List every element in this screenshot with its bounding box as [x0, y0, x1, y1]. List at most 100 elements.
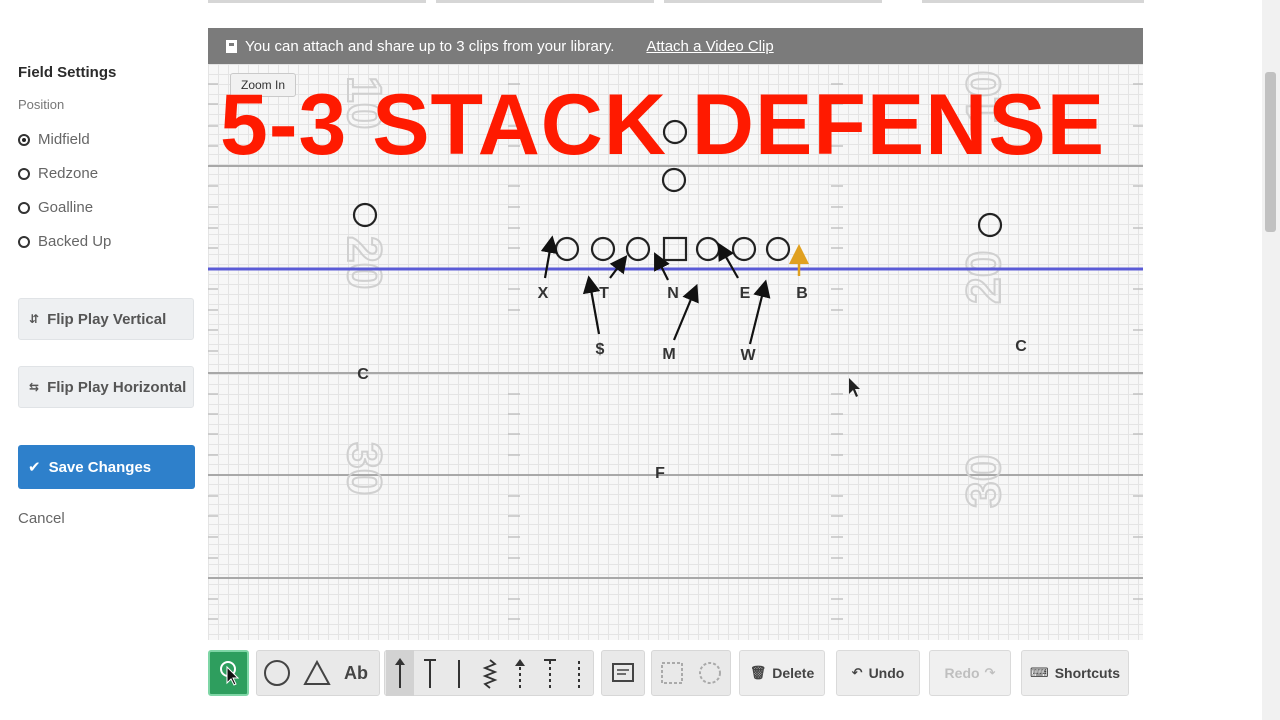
- route-arrow: [582, 275, 601, 335]
- undo-label: Undo: [868, 665, 905, 681]
- checkmark-icon: ✔: [28, 459, 41, 476]
- t-block-icon: [424, 659, 436, 688]
- route-arrow: [748, 279, 771, 345]
- redo-arrow-icon: ↷: [984, 665, 996, 680]
- swap-vertical-icon: ⇵: [29, 312, 40, 326]
- position-midfield-label: Midfield: [38, 131, 90, 148]
- position-goalline-radio[interactable]: Goalline: [18, 199, 93, 216]
- select-tool-button[interactable]: [208, 650, 249, 696]
- notes-tool-button[interactable]: [601, 650, 645, 696]
- yard-number-lower-left: 30: [337, 442, 390, 495]
- offense-player-circle: [554, 236, 580, 262]
- attach-video-clip-link[interactable]: Attach a Video Clip: [646, 38, 773, 55]
- radio-empty-icon: [18, 167, 30, 180]
- banner-message: You can attach and share up to 3 clips f…: [245, 37, 615, 55]
- page-scrollbar-thumb[interactable]: [1265, 72, 1276, 232]
- keyboard-icon: ⌨: [1029, 665, 1049, 680]
- shortcuts-button[interactable]: ⌨ Shortcuts: [1021, 650, 1129, 696]
- rect-select-tool-button[interactable]: [653, 650, 691, 696]
- clip-banner: You can attach and share up to 3 clips f…: [208, 28, 1143, 64]
- position-redzone-label: Redzone: [38, 165, 99, 182]
- dotted-block-tool-button[interactable]: [536, 650, 564, 696]
- defense-routes: [540, 235, 771, 345]
- defender-t-label: T: [599, 285, 609, 302]
- yard-number-mid-left: 20: [337, 236, 390, 289]
- undo-arrow-icon: ↶: [851, 665, 863, 680]
- position-goalline-label: Goalline: [38, 199, 94, 216]
- defender-n-label: N: [667, 285, 679, 302]
- flip-play-vertical-button[interactable]: ⇵ Flip Play Vertical: [18, 298, 194, 340]
- offense-player-circle: [977, 212, 1003, 238]
- position-midfield-radio[interactable]: Midfield: [18, 131, 90, 148]
- offense-player-circle: [352, 202, 378, 228]
- dotted-arrow-icon: [515, 659, 525, 688]
- marquee-square-icon: [661, 662, 683, 684]
- defender-right-corner-label: C: [1015, 338, 1027, 355]
- straight-line-icon: [458, 660, 460, 688]
- text-tool-button[interactable]: Ab: [336, 650, 376, 696]
- redo-button[interactable]: Redo ↷: [929, 650, 1011, 696]
- arrow-line-tool-button[interactable]: [386, 650, 414, 696]
- hash-marks-left: [208, 83, 218, 620]
- marquee-circle-icon: [699, 662, 721, 684]
- plain-line-tool-button[interactable]: [446, 650, 472, 696]
- flip-horizontal-label: Flip Play Horizontal: [47, 378, 187, 396]
- route-arrow: [717, 242, 739, 279]
- dotted-line-tool-button[interactable]: [566, 650, 592, 696]
- offense-player-circle: [731, 236, 757, 262]
- position-backed-up-radio[interactable]: Backed Up: [18, 233, 111, 250]
- arrow-up-icon: [395, 658, 405, 688]
- radio-empty-icon: [18, 235, 30, 248]
- zigzag-line-icon: [482, 659, 498, 689]
- save-changes-button[interactable]: ✔ Save Changes: [18, 445, 195, 489]
- radio-empty-icon: [18, 201, 30, 214]
- offense-center-square: [662, 236, 688, 262]
- defender-left-corner-label: C: [357, 366, 369, 383]
- position-backed-up-label: Backed Up: [38, 233, 112, 250]
- field-settings-title: Field Settings: [18, 64, 117, 81]
- defender-strong-safety-label: $: [596, 341, 605, 358]
- delete-button[interactable]: 🗑 Delete: [739, 650, 825, 696]
- save-disk-icon: [226, 39, 237, 53]
- defender-x-label: X: [538, 285, 549, 302]
- offense-player-circle: [695, 236, 721, 262]
- swap-horizontal-icon: ⇆: [29, 380, 40, 394]
- position-label: Position: [18, 97, 65, 112]
- save-changes-label: Save Changes: [48, 458, 152, 476]
- defender-m-label: M: [662, 346, 675, 363]
- cancel-link[interactable]: Cancel: [18, 510, 65, 527]
- circle-shape-icon: [264, 660, 290, 686]
- mouse-cursor-icon: [849, 378, 860, 397]
- circle-tool-button[interactable]: [258, 650, 296, 696]
- triangle-tool-button[interactable]: [298, 650, 336, 696]
- offense-player-circle: [625, 236, 651, 262]
- circle-select-tool-button[interactable]: [691, 650, 729, 696]
- radio-selected-icon: [18, 133, 30, 146]
- yard-number-lower-right: 30: [958, 455, 1011, 508]
- trash-icon: 🗑: [749, 665, 767, 680]
- dotted-line-icon: [578, 660, 580, 688]
- flip-play-horizontal-button[interactable]: ⇆ Flip Play Horizontal: [18, 366, 194, 408]
- zigzag-line-tool-button[interactable]: [476, 650, 504, 696]
- dotted-t-block-icon: [544, 659, 556, 688]
- redo-label: Redo: [944, 665, 980, 681]
- shortcuts-label: Shortcuts: [1054, 665, 1121, 681]
- dotted-arrow-tool-button[interactable]: [506, 650, 534, 696]
- offense-player-circle: [765, 236, 791, 262]
- yard-number-mid-right: 20: [958, 251, 1011, 304]
- note-card-icon: [612, 663, 634, 682]
- offense-player-circle: [590, 236, 616, 262]
- defender-b-label: B: [796, 285, 808, 302]
- defender-e-label: E: [740, 285, 751, 302]
- hash-marks-right: [1133, 83, 1143, 600]
- delete-label: Delete: [772, 665, 815, 681]
- flip-vertical-label: Flip Play Vertical: [47, 310, 167, 328]
- undo-button[interactable]: ↶ Undo: [836, 650, 920, 696]
- position-redzone-radio[interactable]: Redzone: [18, 165, 98, 182]
- triangle-shape-icon: [303, 659, 331, 685]
- route-arrow: [540, 235, 559, 279]
- defender-f-label: F: [655, 465, 665, 482]
- block-line-tool-button[interactable]: [416, 650, 444, 696]
- defender-w-label: W: [740, 347, 756, 364]
- select-pointer-icon: [220, 661, 240, 686]
